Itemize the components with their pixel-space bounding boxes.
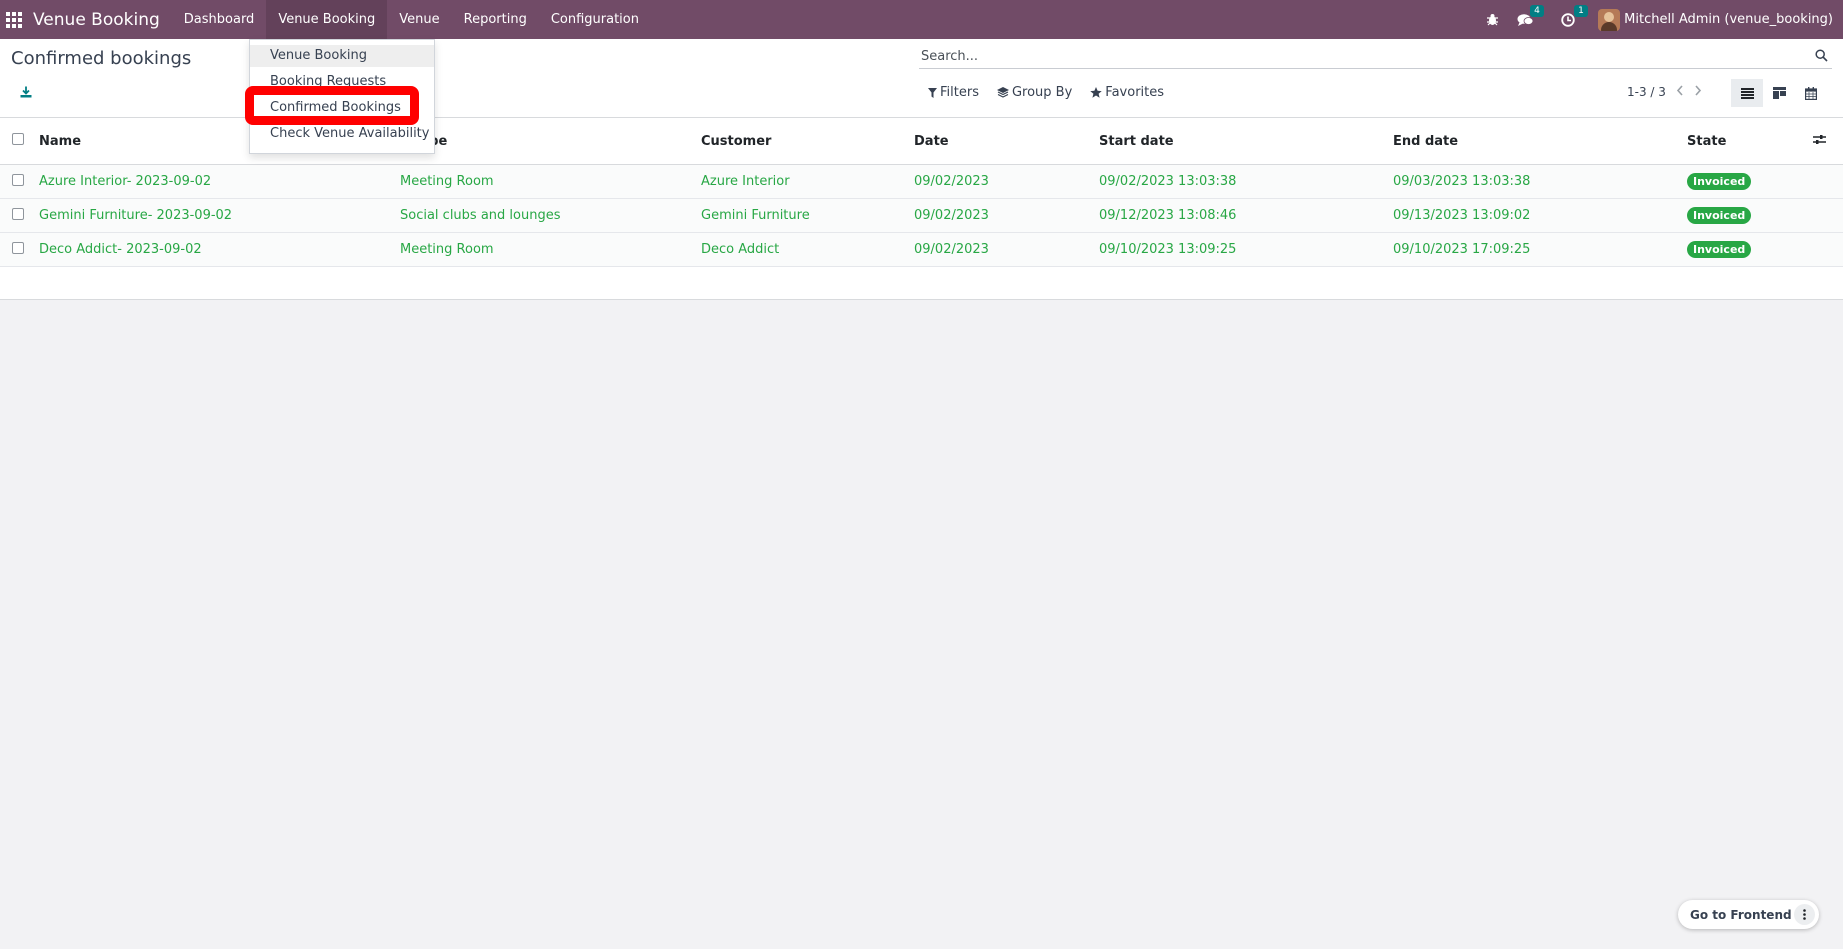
cell-start-date: 09/12/2023 13:08:46 [1099,198,1393,233]
activities-count-badge: 1 [1574,4,1588,17]
group-by-button[interactable]: Group By [996,85,1073,100]
column-header-state[interactable]: State [1687,118,1813,165]
cell-customer: Gemini Furniture [701,198,914,233]
list-view-icon[interactable] [1731,79,1763,107]
menu-reporting[interactable]: Reporting [452,0,539,39]
filter-icon [928,87,937,98]
cell-date: 09/02/2023 [914,164,1099,199]
cell-date: 09/02/2023 [914,198,1099,233]
messages-count-badge: 4 [1530,4,1544,17]
download-icon[interactable] [20,86,32,102]
star-icon [1090,87,1102,98]
menu-venue-booking[interactable]: Venue Booking [266,0,388,39]
favorites-label: Favorites [1105,85,1165,100]
cell-state: Invoiced [1687,164,1813,199]
cell-venue-type: Meeting Room [400,164,701,199]
page-title: Confirmed bookings [11,48,192,69]
menu-dashboard[interactable]: Dashboard [172,0,267,39]
cell-state: Invoiced [1687,198,1813,233]
cell-start-date: 09/02/2023 13:03:38 [1099,164,1393,199]
cell-start-date: 09/10/2023 13:09:25 [1099,232,1393,267]
group-by-label: Group By [1011,85,1073,100]
dropdown-item-check-venue-availability[interactable]: Check Venue Availability [250,123,434,145]
table-row[interactable]: Deco Addict- 2023-09-02 Meeting Room Dec… [0,232,1843,267]
chevron-left-icon[interactable] [1676,85,1684,99]
bug-icon[interactable] [1486,13,1499,26]
optional-columns-toggle[interactable] [1813,118,1843,165]
row-checkbox[interactable] [12,207,24,220]
chevron-right-icon[interactable] [1694,85,1702,99]
user-name: Mitchell Admin (venue_booking) [1624,12,1833,27]
cell-end-date: 09/10/2023 17:09:25 [1393,232,1687,267]
filters-label: Filters [940,85,979,100]
view-switcher [1731,79,1827,107]
status-badge: Invoiced [1687,207,1752,224]
row-checkbox[interactable] [12,173,24,186]
app-name[interactable]: Venue Booking [33,10,160,30]
menu-venue[interactable]: Venue [387,0,451,39]
cell-name: Azure Interior- 2023-09-02 [39,164,400,199]
filters-button[interactable]: Filters [928,85,979,100]
pager-value[interactable]: 1-3 / 3 [1627,85,1666,99]
go-to-frontend-button[interactable]: Go to Frontend [1678,908,1792,922]
highlight-annotation [245,86,419,125]
pager: 1-3 / 3 [1627,85,1702,99]
search-icon[interactable] [1815,49,1828,66]
search-options: Filters Group By Favorites [928,85,1164,100]
cell-end-date: 09/03/2023 13:03:38 [1393,164,1687,199]
app-menu-icon[interactable] [0,0,28,39]
layers-icon [996,87,1009,98]
search-bar [919,45,1832,69]
messages-icon[interactable]: 4 [1517,4,1544,27]
more-options-icon[interactable] [1794,904,1815,925]
systray: 4 1 Mitchell Admin (venue_booking) [1477,0,1843,39]
favorites-button[interactable]: Favorites [1090,85,1164,100]
column-header-customer[interactable]: Customer [701,118,914,165]
select-all-checkbox[interactable] [12,133,24,145]
cell-name: Deco Addict- 2023-09-02 [39,232,400,267]
column-header-start-date[interactable]: Start date [1099,118,1393,165]
table-row[interactable]: Gemini Furniture- 2023-09-02 Social club… [0,198,1843,233]
cell-customer: Deco Addict [701,232,914,267]
column-header-date[interactable]: Date [914,118,1099,165]
row-checkbox[interactable] [12,241,24,254]
status-badge: Invoiced [1687,241,1752,258]
cell-date: 09/02/2023 [914,232,1099,267]
avatar [1598,8,1621,31]
top-navbar: Venue Booking Dashboard Venue Booking Ve… [0,0,1843,39]
status-badge: Invoiced [1687,173,1752,190]
user-menu[interactable]: Mitchell Admin (venue_booking) [1598,8,1833,31]
sliders-icon [1813,134,1826,144]
cell-name: Gemini Furniture- 2023-09-02 [39,198,400,233]
kanban-view-icon[interactable] [1763,79,1795,107]
cell-customer: Azure Interior [701,164,914,199]
cell-state: Invoiced [1687,232,1813,267]
cell-end-date: 09/13/2023 13:09:02 [1393,198,1687,233]
menu-configuration[interactable]: Configuration [539,0,651,39]
cell-venue-type: Meeting Room [400,232,701,267]
column-header-venue-type[interactable]: e Type [400,118,701,165]
go-to-frontend-widget: Go to Frontend [1678,900,1819,929]
table-row[interactable]: Azure Interior- 2023-09-02 Meeting Room … [0,164,1843,199]
calendar-view-icon[interactable] [1795,79,1827,107]
dropdown-item-venue-booking[interactable]: Venue Booking [250,45,434,67]
column-header-end-date[interactable]: End date [1393,118,1687,165]
cell-venue-type: Social clubs and lounges [400,198,701,233]
activity-clock-icon[interactable]: 1 [1561,4,1588,27]
search-input[interactable] [919,45,1783,67]
